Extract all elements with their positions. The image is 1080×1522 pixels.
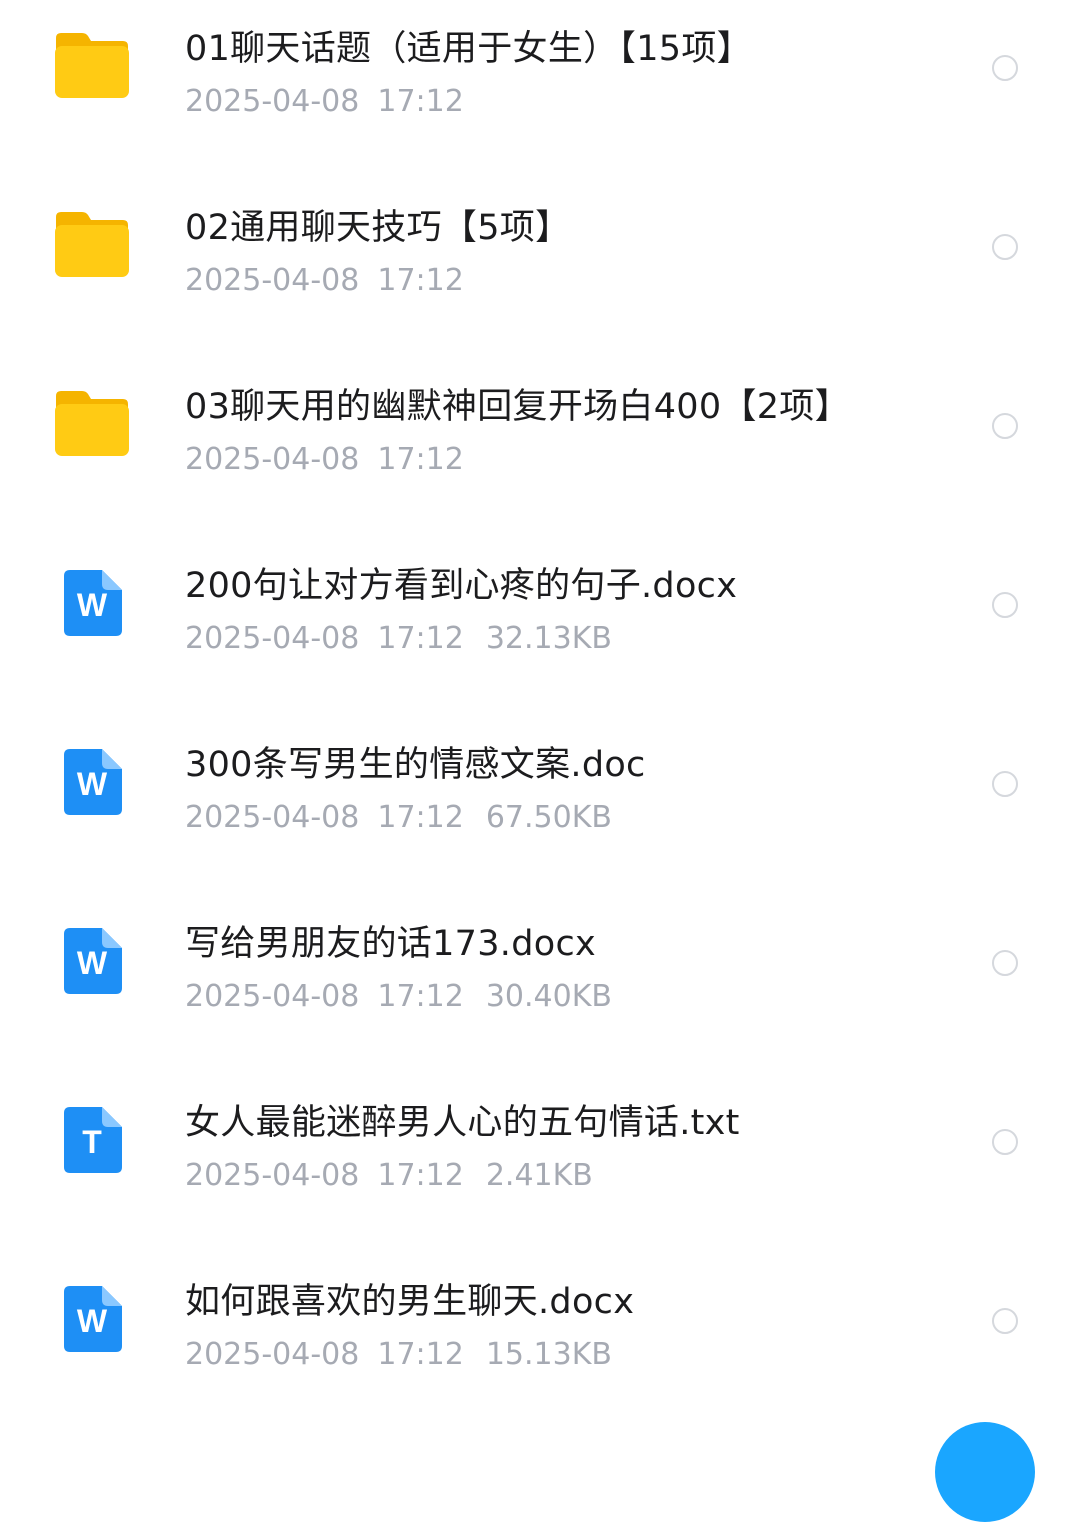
select-radio[interactable] (992, 592, 1018, 618)
file-name: 如何跟喜欢的男生聊天.docx (185, 1282, 635, 1322)
text-doc-icon: T (64, 1107, 122, 1173)
file-time: 17:12 (377, 1158, 464, 1193)
select-radio[interactable] (992, 771, 1018, 797)
file-time: 17:12 (377, 263, 464, 298)
file-time: 17:12 (377, 84, 464, 119)
file-row[interactable]: W 300条写男生的情感文案.doc 2025-04-08 17:12 67.50K… (0, 716, 1080, 895)
word-doc-icon: W (64, 570, 122, 636)
file-time: 17:12 (377, 442, 464, 477)
word-doc-icon: W (64, 1286, 122, 1352)
file-date: 2025-04-08 (185, 442, 360, 477)
file-size: 67.50KB (485, 800, 612, 835)
file-meta: 2025-04-08 17:12 32.13KB (185, 621, 612, 656)
select-radio[interactable] (992, 950, 1018, 976)
file-name: 03聊天用的幽默神回复开场白400【2项】 (185, 387, 850, 427)
folder-icon (52, 30, 132, 110)
select-radio[interactable] (992, 1129, 1018, 1155)
file-row[interactable]: W 如何跟喜欢的男生聊天.docx 2025-04-08 17:12 15.13KB (0, 1253, 1080, 1432)
file-name: 200句让对方看到心疼的句子.docx (185, 566, 738, 606)
file-name: 写给男朋友的话173.docx (185, 924, 597, 964)
word-doc-icon: W (64, 749, 122, 815)
folder-icon (52, 388, 132, 468)
file-row[interactable]: T 女人最能迷醉男人心的五句情话.txt 2025-04-08 17:12 2.41… (0, 1074, 1080, 1253)
file-row[interactable]: 02通用聊天技巧【5项】 2025-04-08 17:12 (0, 179, 1080, 358)
word-letter: W (77, 587, 108, 623)
select-radio[interactable] (992, 234, 1018, 260)
file-date: 2025-04-08 (185, 621, 360, 656)
file-date: 2025-04-08 (185, 84, 360, 119)
folder-icon (52, 209, 132, 289)
file-meta: 2025-04-08 17:12 (185, 84, 464, 119)
select-radio[interactable] (992, 1308, 1018, 1334)
file-meta: 2025-04-08 17:12 (185, 442, 464, 477)
file-name: 300条写男生的情感文案.doc (185, 745, 646, 785)
file-size: 2.41KB (485, 1158, 593, 1193)
file-time: 17:12 (377, 1337, 464, 1372)
file-date: 2025-04-08 (185, 1337, 360, 1372)
file-meta: 2025-04-08 17:12 15.13KB (185, 1337, 612, 1372)
word-doc-icon: W (64, 928, 122, 994)
file-meta: 2025-04-08 17:12 2.41KB (185, 1158, 593, 1193)
file-meta: 2025-04-08 17:12 30.40KB (185, 979, 612, 1014)
file-meta: 2025-04-08 17:12 67.50KB (185, 800, 612, 835)
file-date: 2025-04-08 (185, 800, 360, 835)
file-name: 女人最能迷醉男人心的五句情话.txt (185, 1103, 740, 1143)
select-radio[interactable] (992, 55, 1018, 81)
file-date: 2025-04-08 (185, 1158, 360, 1193)
file-name: 02通用聊天技巧【5项】 (185, 208, 571, 248)
file-row[interactable]: W 写给男朋友的话173.docx 2025-04-08 17:12 30.40KB (0, 895, 1080, 1074)
file-time: 17:12 (377, 800, 464, 835)
file-name: 01聊天话题（适用于女生）【15项】 (185, 29, 752, 69)
file-size: 32.13KB (485, 621, 612, 656)
file-size: 15.13KB (485, 1337, 612, 1372)
file-size: 30.40KB (485, 979, 612, 1014)
file-row[interactable]: 03聊天用的幽默神回复开场白400【2项】 2025-04-08 17:12 (0, 358, 1080, 537)
word-letter: W (77, 1303, 108, 1339)
file-meta: 2025-04-08 17:12 (185, 263, 464, 298)
file-date: 2025-04-08 (185, 979, 360, 1014)
file-row[interactable]: 01聊天话题（适用于女生）【15项】 2025-04-08 17:12 (0, 0, 1080, 179)
floating-action-button[interactable] (935, 1422, 1035, 1522)
select-radio[interactable] (992, 413, 1018, 439)
word-letter: W (77, 945, 108, 981)
file-time: 17:12 (377, 621, 464, 656)
file-date: 2025-04-08 (185, 263, 360, 298)
file-row[interactable]: W 200句让对方看到心疼的句子.docx 2025-04-08 17:12 32.… (0, 537, 1080, 716)
file-list: 01聊天话题（适用于女生）【15项】 2025-04-08 17:12 02通用聊… (0, 0, 1080, 1440)
word-letter: W (77, 766, 108, 802)
text-letter: T (82, 1124, 102, 1160)
file-time: 17:12 (377, 979, 464, 1014)
